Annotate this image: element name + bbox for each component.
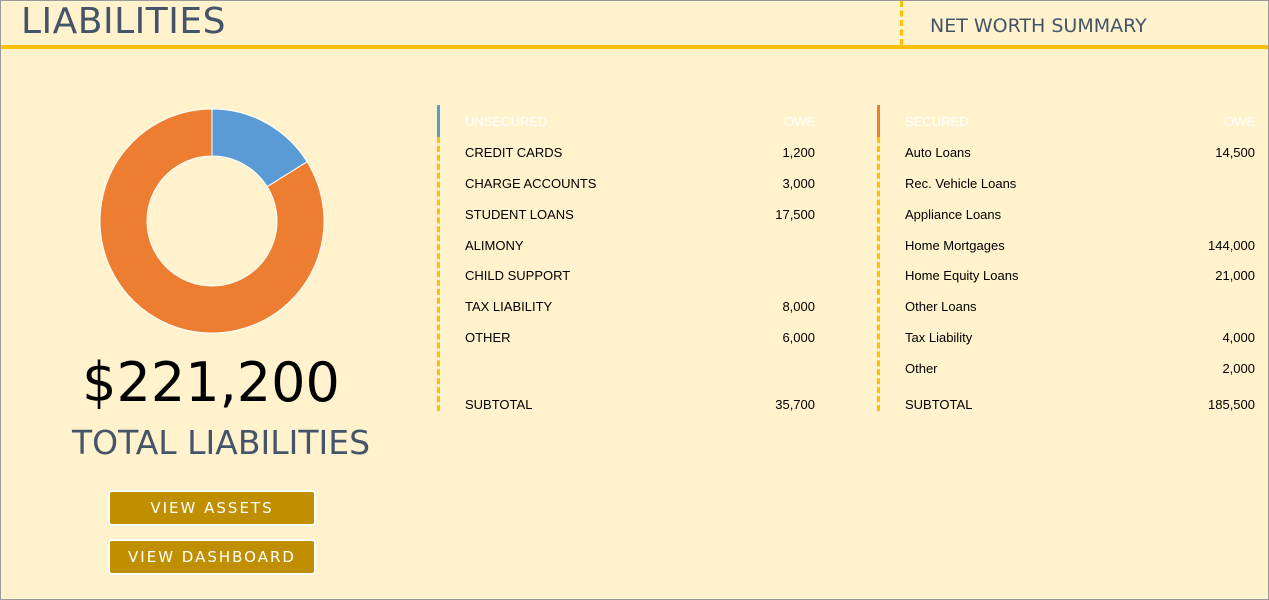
unsecured-divider	[437, 137, 440, 411]
row-value: 2,000	[1222, 361, 1255, 376]
row-label: CHILD SUPPORT	[465, 268, 571, 283]
row-label: TAX LIABILITY	[465, 299, 553, 314]
header-divider	[900, 1, 903, 45]
row-value: 17,500	[775, 207, 815, 222]
row-value: 6,000	[782, 330, 815, 345]
unsecured-header-value: OWE	[783, 114, 815, 129]
row-value: 4,000	[1222, 330, 1255, 345]
row-label: Appliance Loans	[905, 207, 1002, 222]
secured-accent-bar	[877, 105, 880, 137]
row-value: 14,500	[1215, 145, 1255, 160]
subtotal-value: 185,500	[1208, 397, 1255, 412]
row-label: ALIMONY	[465, 238, 524, 253]
net-worth-summary-link[interactable]: NET WORTH SUMMARY	[930, 15, 1147, 37]
total-liabilities-amount: $221,200	[82, 351, 340, 414]
row-value: 21,000	[1215, 268, 1255, 283]
row-label: OTHER	[465, 330, 511, 345]
row-label: STUDENT LOANS	[465, 207, 574, 222]
unsecured-header-label: UNSECURED	[465, 114, 548, 129]
row-value: 3,000	[782, 176, 815, 191]
row-label: Other Loans	[905, 299, 977, 314]
row-label: Other	[905, 361, 938, 376]
row-label: Home Equity Loans	[905, 268, 1019, 283]
row-value: 8,000	[782, 299, 815, 314]
row-label: Tax Liability	[905, 330, 973, 345]
subtotal-label: SUBTOTAL	[905, 397, 973, 412]
view-assets-button[interactable]: VIEW ASSETS	[108, 490, 316, 526]
row-label: Home Mortgages	[905, 238, 1005, 253]
page-title: LIABILITIES	[21, 1, 226, 42]
subtotal-label: SUBTOTAL	[465, 397, 533, 412]
row-label: Auto Loans	[905, 145, 971, 160]
row-label: CREDIT CARDS	[465, 145, 563, 160]
total-liabilities-label: TOTAL LIABILITIES	[71, 423, 371, 462]
subtotal-value: 35,700	[775, 397, 815, 412]
liabilities-donut-chart	[99, 108, 325, 334]
row-value: 1,200	[782, 145, 815, 160]
row-label: CHARGE ACCOUNTS	[465, 176, 597, 191]
header-bar: LIABILITIES NET WORTH SUMMARY	[1, 1, 1268, 49]
unsecured-accent-bar	[437, 105, 440, 137]
row-label: Rec. Vehicle Loans	[905, 176, 1017, 191]
secured-header-label: SECURED	[905, 114, 969, 129]
secured-header-value: OWE	[1223, 114, 1255, 129]
view-dashboard-button[interactable]: VIEW DASHBOARD	[108, 539, 316, 575]
row-value: 144,000	[1208, 238, 1255, 253]
secured-divider	[877, 137, 880, 411]
